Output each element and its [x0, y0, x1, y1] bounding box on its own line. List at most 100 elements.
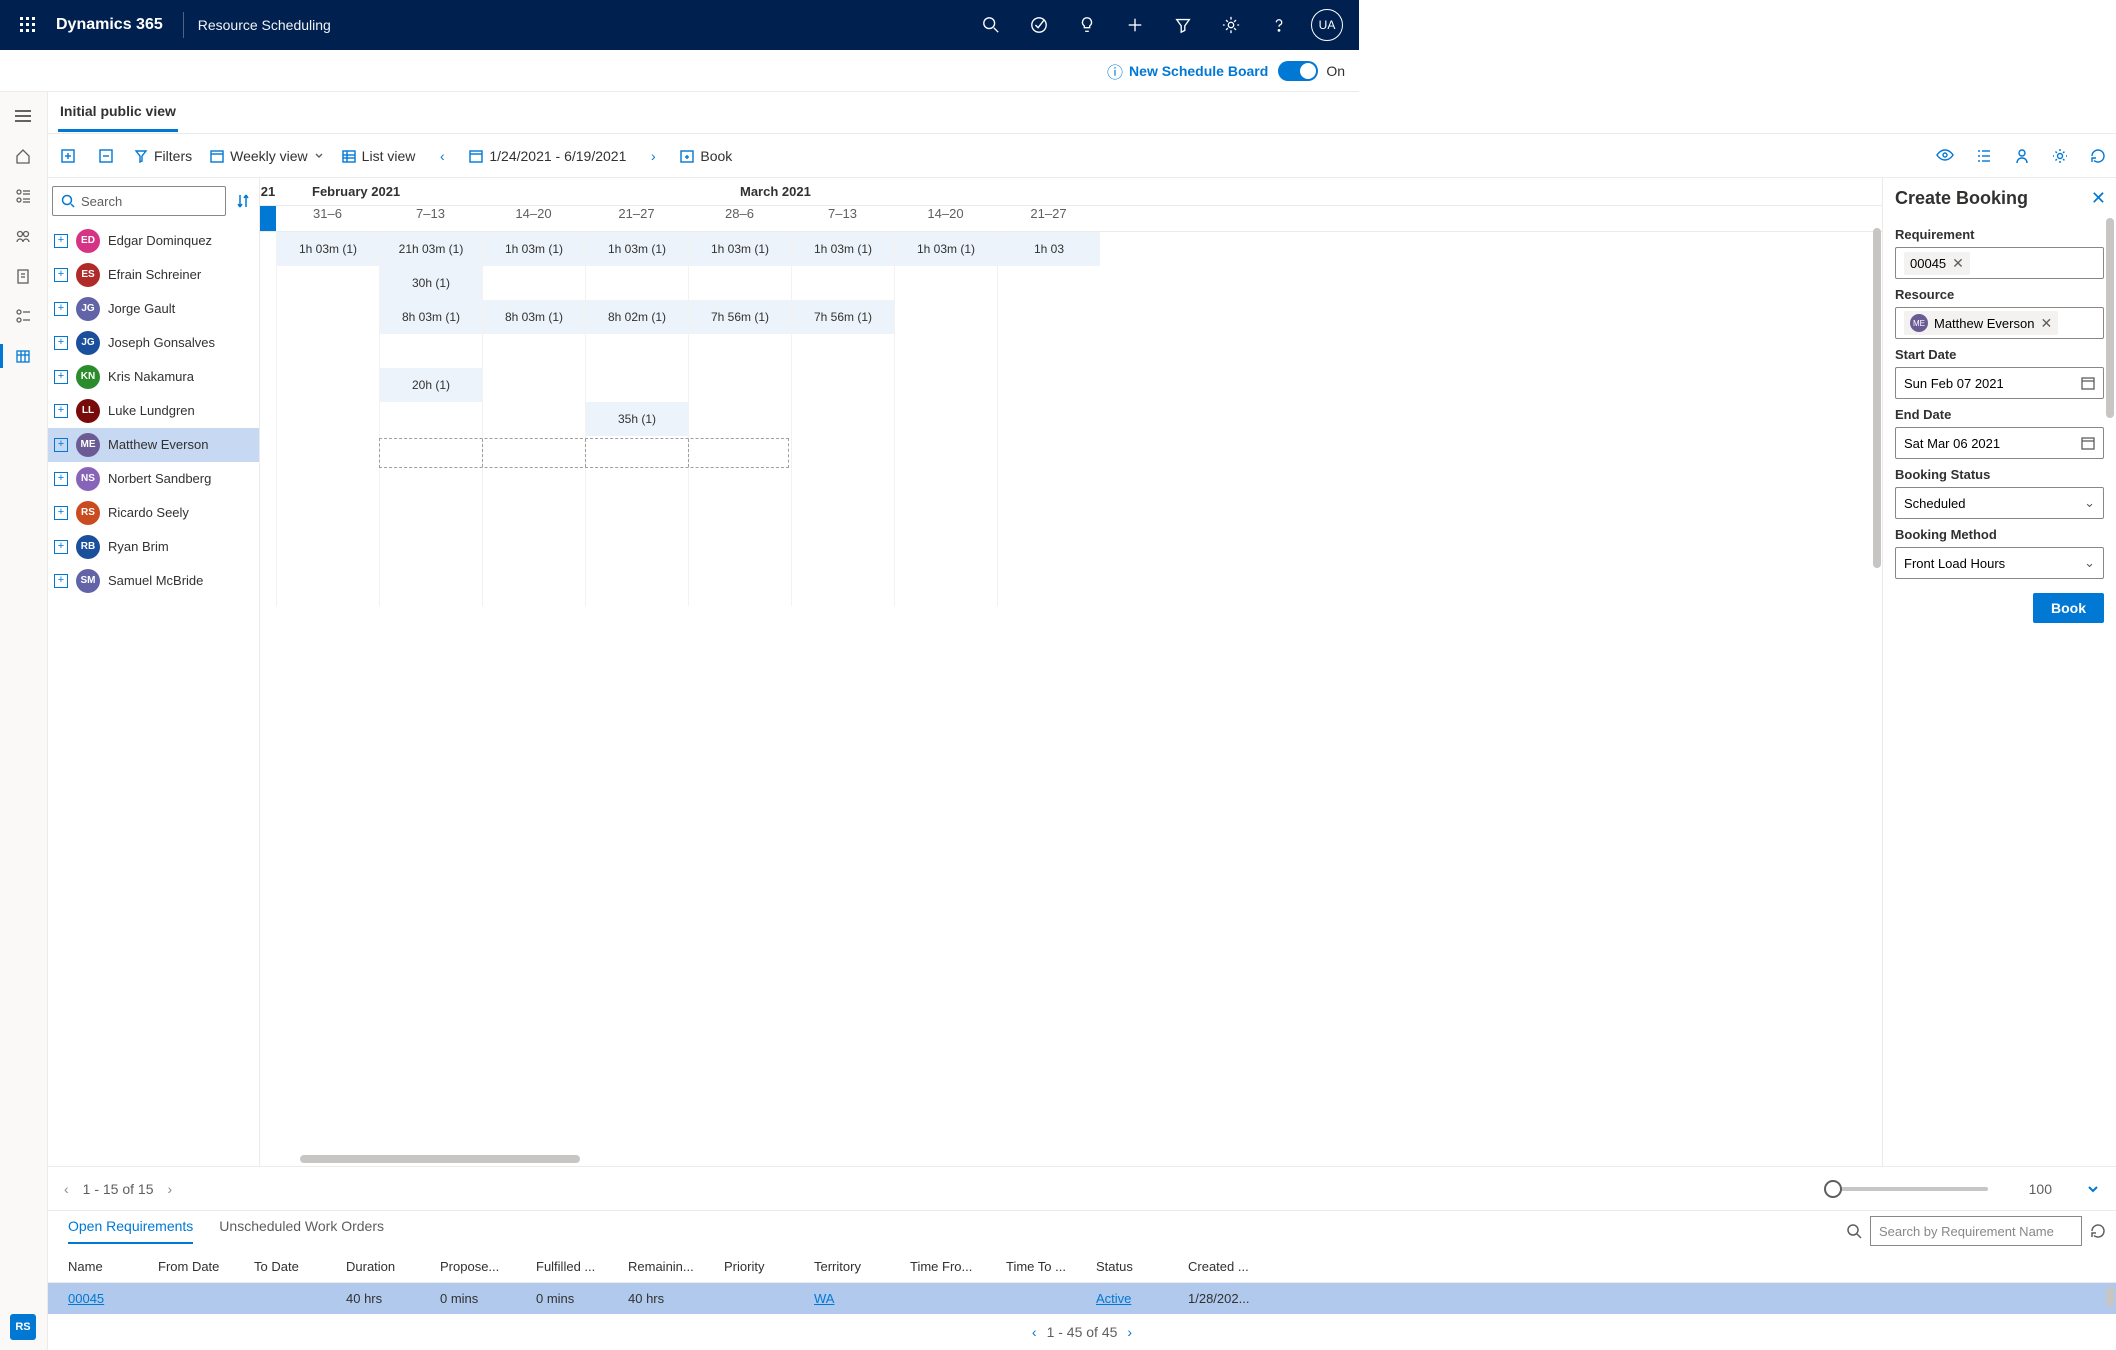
grid-cell[interactable] — [585, 334, 688, 368]
grid-cell[interactable] — [791, 436, 894, 470]
weekly-view-dropdown[interactable]: Weekly view — [210, 148, 324, 164]
resource-row[interactable]: + JG Jorge Gault — [48, 292, 259, 326]
col-dur[interactable]: Duration — [346, 1259, 440, 1274]
grid-cell[interactable] — [997, 572, 1100, 606]
grid-cell[interactable] — [997, 470, 1100, 504]
lightbulb-icon[interactable] — [1063, 1, 1111, 49]
req-pager-next-icon[interactable]: › — [1127, 1324, 1132, 1340]
list-group-icon[interactable] — [0, 296, 46, 336]
resource-row[interactable]: + LL Luke Lundgren — [48, 394, 259, 428]
grid-cell[interactable] — [894, 368, 997, 402]
next-range-icon[interactable]: › — [644, 148, 662, 164]
calendar-icon[interactable] — [2081, 436, 2095, 450]
tab-unscheduled-work-orders[interactable]: Unscheduled Work Orders — [219, 1218, 384, 1244]
grid-cell[interactable] — [688, 402, 791, 436]
grid-cell[interactable]: 1h 03m (1) — [894, 232, 997, 266]
col-pri[interactable]: Priority — [724, 1259, 814, 1274]
grid-cell[interactable] — [482, 470, 585, 504]
refresh-icon[interactable] — [2090, 148, 2106, 164]
grid-cell[interactable] — [276, 572, 379, 606]
remove-tag-icon[interactable]: ✕ — [2040, 315, 2052, 332]
grid-cell[interactable] — [585, 266, 688, 300]
grid-cell[interactable]: 8h 03m (1) — [482, 300, 585, 334]
task-icon[interactable] — [1015, 1, 1063, 49]
expand-icon[interactable]: + — [54, 370, 68, 384]
grid-cell[interactable] — [894, 436, 997, 470]
resource-row[interactable]: + ME Matthew Everson — [48, 428, 259, 462]
expand-icon[interactable]: + — [54, 404, 68, 418]
home-icon[interactable] — [0, 136, 46, 176]
resource-row[interactable]: + NS Norbert Sandberg — [48, 462, 259, 496]
date-range-picker[interactable]: 1/24/2021 - 6/19/2021 — [469, 148, 626, 164]
grid-cell[interactable] — [894, 266, 997, 300]
grid-cell[interactable] — [482, 368, 585, 402]
gear-icon[interactable] — [2052, 148, 2068, 164]
resource-row[interactable]: + ES Efrain Schreiner — [48, 258, 259, 292]
grid-cell[interactable]: 30h (1) — [379, 266, 482, 300]
grid-cell[interactable] — [688, 334, 791, 368]
start-date-input[interactable]: Sun Feb 07 2021 — [1895, 367, 2104, 399]
grid-cell[interactable] — [791, 402, 894, 436]
grid-cell[interactable]: 1h 03m (1) — [791, 232, 894, 266]
col-rem[interactable]: Remainin... — [628, 1259, 724, 1274]
expand-icon[interactable]: + — [54, 302, 68, 316]
grid-cell[interactable] — [791, 538, 894, 572]
expand-icon[interactable]: + — [54, 540, 68, 554]
grid-cell[interactable]: 21h 03m (1) — [379, 232, 482, 266]
col-fulf[interactable]: Fulfilled ... — [536, 1259, 628, 1274]
remove-tag-icon[interactable]: ✕ — [1952, 255, 1964, 272]
grid-cell[interactable] — [997, 538, 1100, 572]
close-panel-icon[interactable]: ✕ — [2091, 188, 2106, 209]
col-cre[interactable]: Created ... — [1188, 1259, 1268, 1274]
expand-icon[interactable]: + — [54, 336, 68, 350]
grid-cell[interactable]: 8h 03m (1) — [379, 300, 482, 334]
team-icon[interactable] — [0, 216, 46, 256]
cell-stat[interactable]: Active — [1096, 1291, 1188, 1306]
grid-cell[interactable]: 7h 56m (1) — [688, 300, 791, 334]
req-pager-prev-icon[interactable]: ‹ — [1032, 1324, 1037, 1340]
grid-row[interactable] — [260, 504, 1882, 538]
grid-cell[interactable] — [585, 368, 688, 402]
grid-cell[interactable] — [997, 334, 1100, 368]
grid-cell[interactable] — [894, 538, 997, 572]
grid-cell[interactable] — [894, 334, 997, 368]
grid-horizontal-scrollbar[interactable] — [260, 1152, 1882, 1166]
expand-all-icon[interactable] — [58, 148, 78, 164]
grid-cell[interactable] — [585, 504, 688, 538]
grid-cell[interactable] — [585, 538, 688, 572]
resource-row[interactable]: + JG Joseph Gonsalves — [48, 326, 259, 360]
new-board-toggle[interactable] — [1278, 61, 1318, 81]
grid-cell[interactable] — [379, 470, 482, 504]
grid-row[interactable] — [260, 436, 1882, 470]
expand-icon[interactable]: + — [54, 574, 68, 588]
grid-cell[interactable]: 1h 03 — [997, 232, 1100, 266]
grid-cell[interactable] — [997, 266, 1100, 300]
grid-cell[interactable] — [482, 504, 585, 538]
grid-cell[interactable] — [482, 334, 585, 368]
grid-cell[interactable] — [791, 504, 894, 538]
requirement-input[interactable]: 00045✕ — [1895, 247, 2104, 279]
grid-cell[interactable] — [997, 368, 1100, 402]
grid-cell[interactable] — [276, 436, 379, 470]
grid-cell[interactable] — [894, 300, 997, 334]
grid-cell[interactable] — [688, 504, 791, 538]
grid-row[interactable] — [260, 572, 1882, 606]
grid-cell[interactable] — [791, 470, 894, 504]
area-badge[interactable]: RS — [10, 1314, 36, 1340]
grid-cell[interactable] — [482, 572, 585, 606]
col-from[interactable]: From Date — [158, 1259, 254, 1274]
filters-button[interactable]: Filters — [134, 148, 192, 164]
grid-cell[interactable]: 7h 56m (1) — [791, 300, 894, 334]
col-prop[interactable]: Propose... — [440, 1259, 536, 1274]
list-view-button[interactable]: List view — [342, 148, 416, 164]
grid-cell[interactable]: 35h (1) — [585, 402, 688, 436]
clipboard-icon[interactable] — [0, 256, 46, 296]
grid-cell[interactable] — [276, 538, 379, 572]
grid-cell[interactable] — [585, 470, 688, 504]
grid-cell[interactable]: 8h 02m (1) — [585, 300, 688, 334]
people-list-icon[interactable] — [0, 176, 46, 216]
end-date-input[interactable]: Sat Mar 06 2021 — [1895, 427, 2104, 459]
grid-cell[interactable] — [482, 538, 585, 572]
grid-cell[interactable] — [997, 300, 1100, 334]
col-stat[interactable]: Status — [1096, 1259, 1188, 1274]
